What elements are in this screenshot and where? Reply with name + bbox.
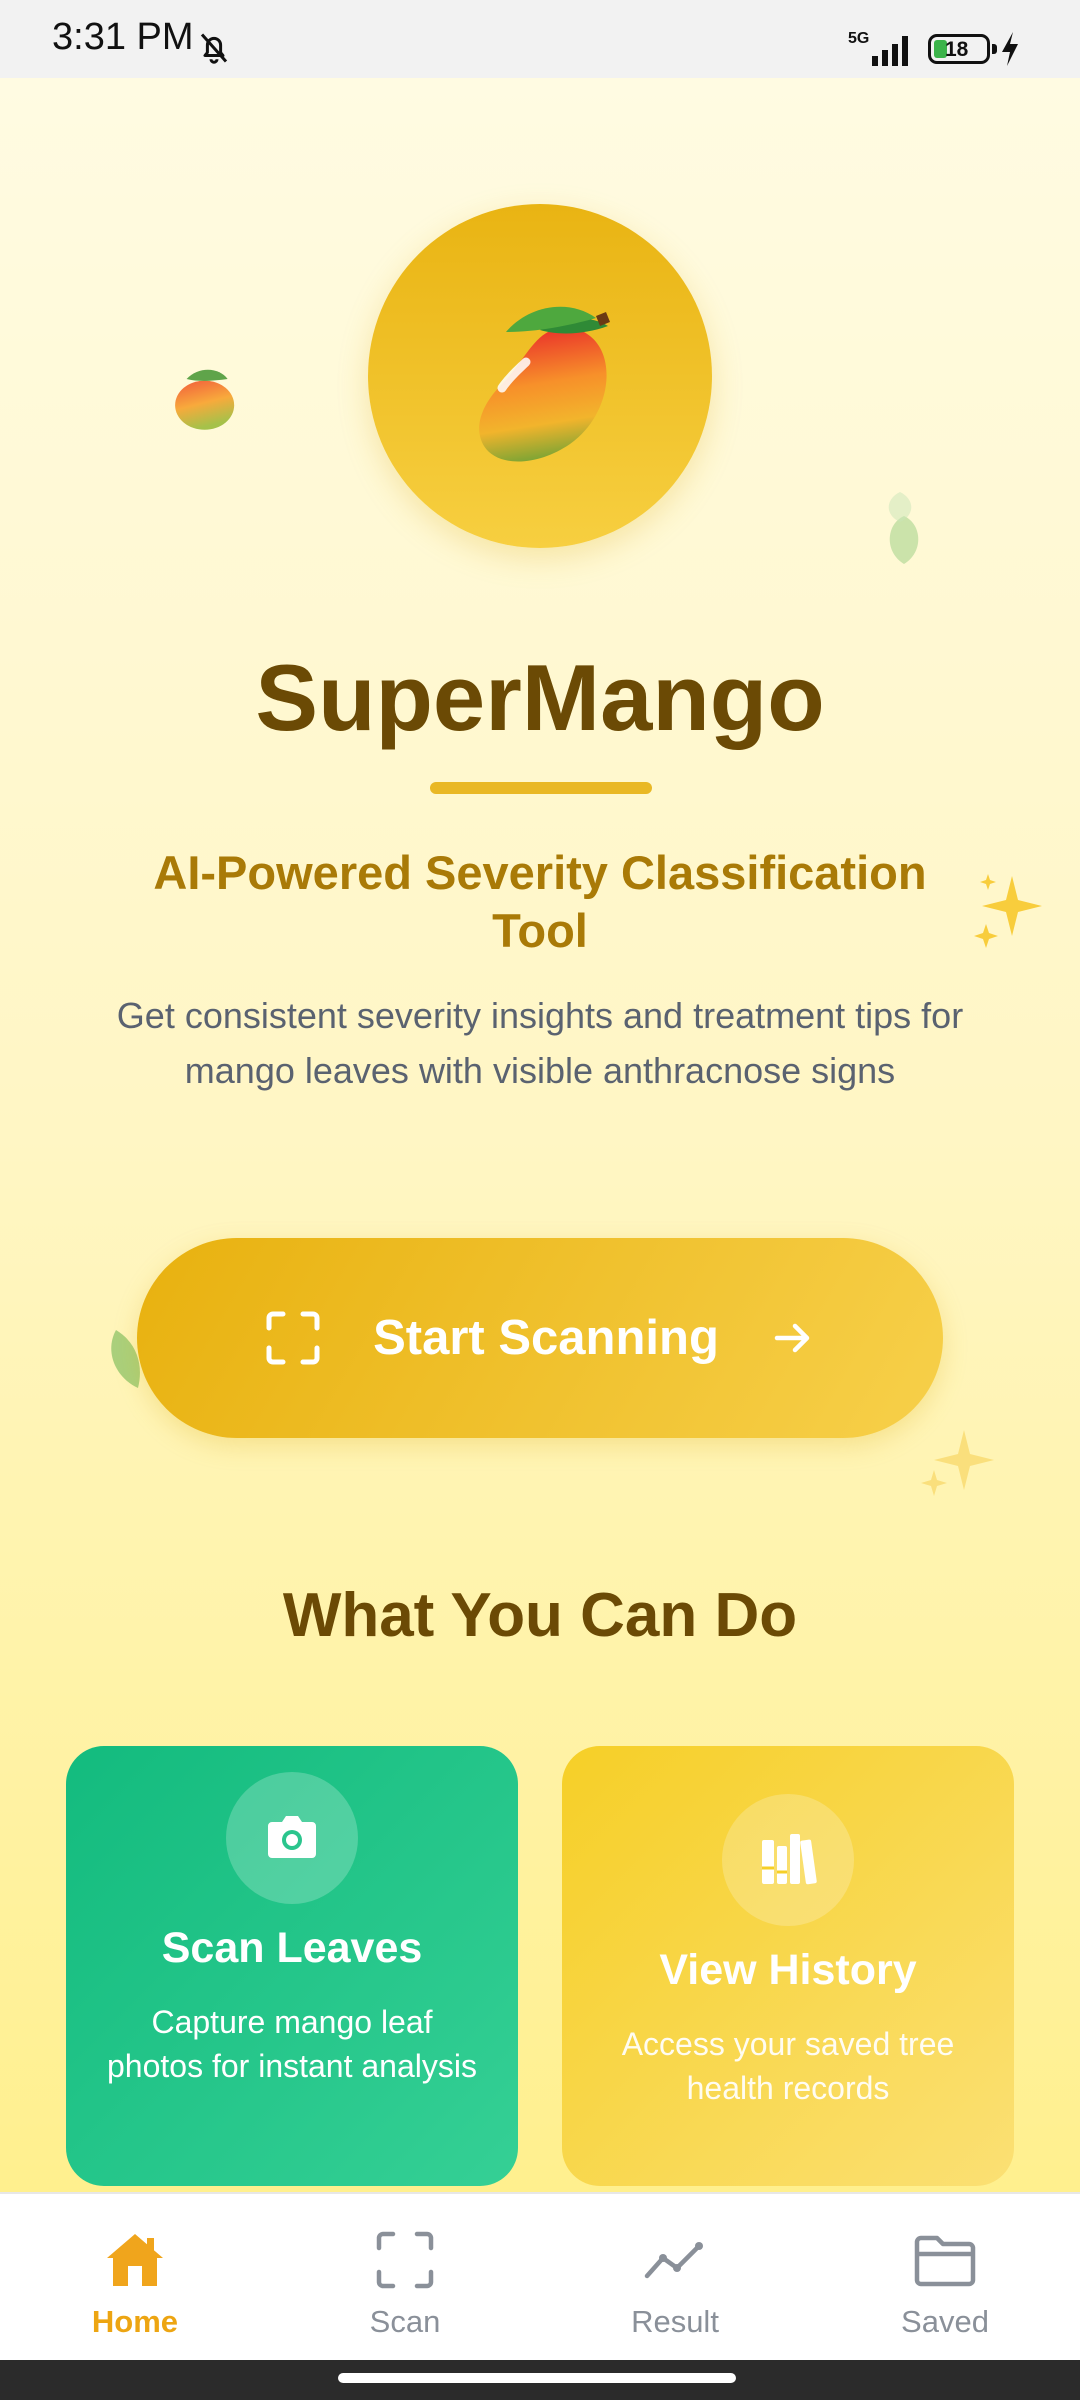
app-subtitle: AI-Powered Severity Classification Tool — [153, 846, 927, 957]
start-scanning-label: Start Scanning — [373, 1311, 719, 1365]
card-icon-background — [722, 1794, 854, 1926]
card-icon-background — [226, 1772, 358, 1904]
sparkle-decoration-icon — [974, 874, 1042, 948]
network-type: 5G — [848, 30, 870, 47]
app-description: Get consistent severity insights and tre… — [116, 995, 964, 1091]
status-bar: 3:31 PM 5G 18 — [0, 0, 1080, 78]
nav-label: Home — [91, 2304, 179, 2339]
scan-frame-icon — [376, 2231, 434, 2289]
camera-icon — [268, 1816, 316, 1858]
books-icon — [762, 1834, 817, 1885]
home-icon — [107, 2234, 163, 2286]
home-screen: SuperMango AI-Powered Severity Classific… — [0, 78, 1080, 2192]
app-title: SuperMango — [255, 645, 825, 750]
nav-label: Scan — [369, 2304, 441, 2339]
nav-label: Saved — [901, 2304, 989, 2339]
battery-level: 18 — [945, 38, 969, 61]
charging-icon — [1002, 32, 1018, 66]
line-chart-icon — [644, 2242, 703, 2279]
sparkle-decoration-icon — [921, 1430, 994, 1496]
start-scanning-button[interactable]: Start Scanning — [137, 1238, 943, 1438]
card-description: Capture mango leaf photos for instant an… — [107, 2004, 477, 2084]
home-gesture-bar[interactable] — [338, 2373, 736, 2383]
card-description: Access your saved tree health records — [621, 2026, 955, 2106]
nav-scan[interactable]: Scan — [270, 2194, 540, 2360]
section-title: What You Can Do — [282, 1581, 798, 1650]
app-logo — [368, 204, 712, 548]
title-underline — [430, 782, 652, 794]
folder-icon — [914, 2235, 976, 2287]
signal-icon — [872, 36, 908, 66]
arrow-right-icon — [774, 1323, 810, 1353]
mango-icon — [479, 306, 610, 462]
nav-label: Result — [631, 2304, 719, 2339]
bell-muted-icon — [200, 33, 228, 64]
nav-saved[interactable]: Saved — [810, 2194, 1080, 2360]
nav-result[interactable]: Result — [540, 2194, 810, 2360]
view-history-card[interactable]: View History Access your saved tree heal… — [562, 1746, 1014, 2186]
scan-leaves-card[interactable]: Scan Leaves Capture mango leaf photos fo… — [66, 1746, 518, 2186]
card-title: View History — [659, 1946, 917, 1994]
bottom-navigation: Home Scan Result Saved — [0, 2192, 1080, 2360]
system-gesture-area — [0, 2360, 1080, 2400]
mango-decoration-icon — [175, 369, 235, 430]
scan-frame-icon — [266, 1311, 320, 1365]
leaf-decoration-icon — [888, 492, 919, 564]
nav-home[interactable]: Home — [0, 2194, 270, 2360]
battery-icon: 18 — [928, 34, 997, 64]
status-time: 3:31 PM — [52, 16, 194, 58]
card-title: Scan Leaves — [161, 1924, 423, 1972]
